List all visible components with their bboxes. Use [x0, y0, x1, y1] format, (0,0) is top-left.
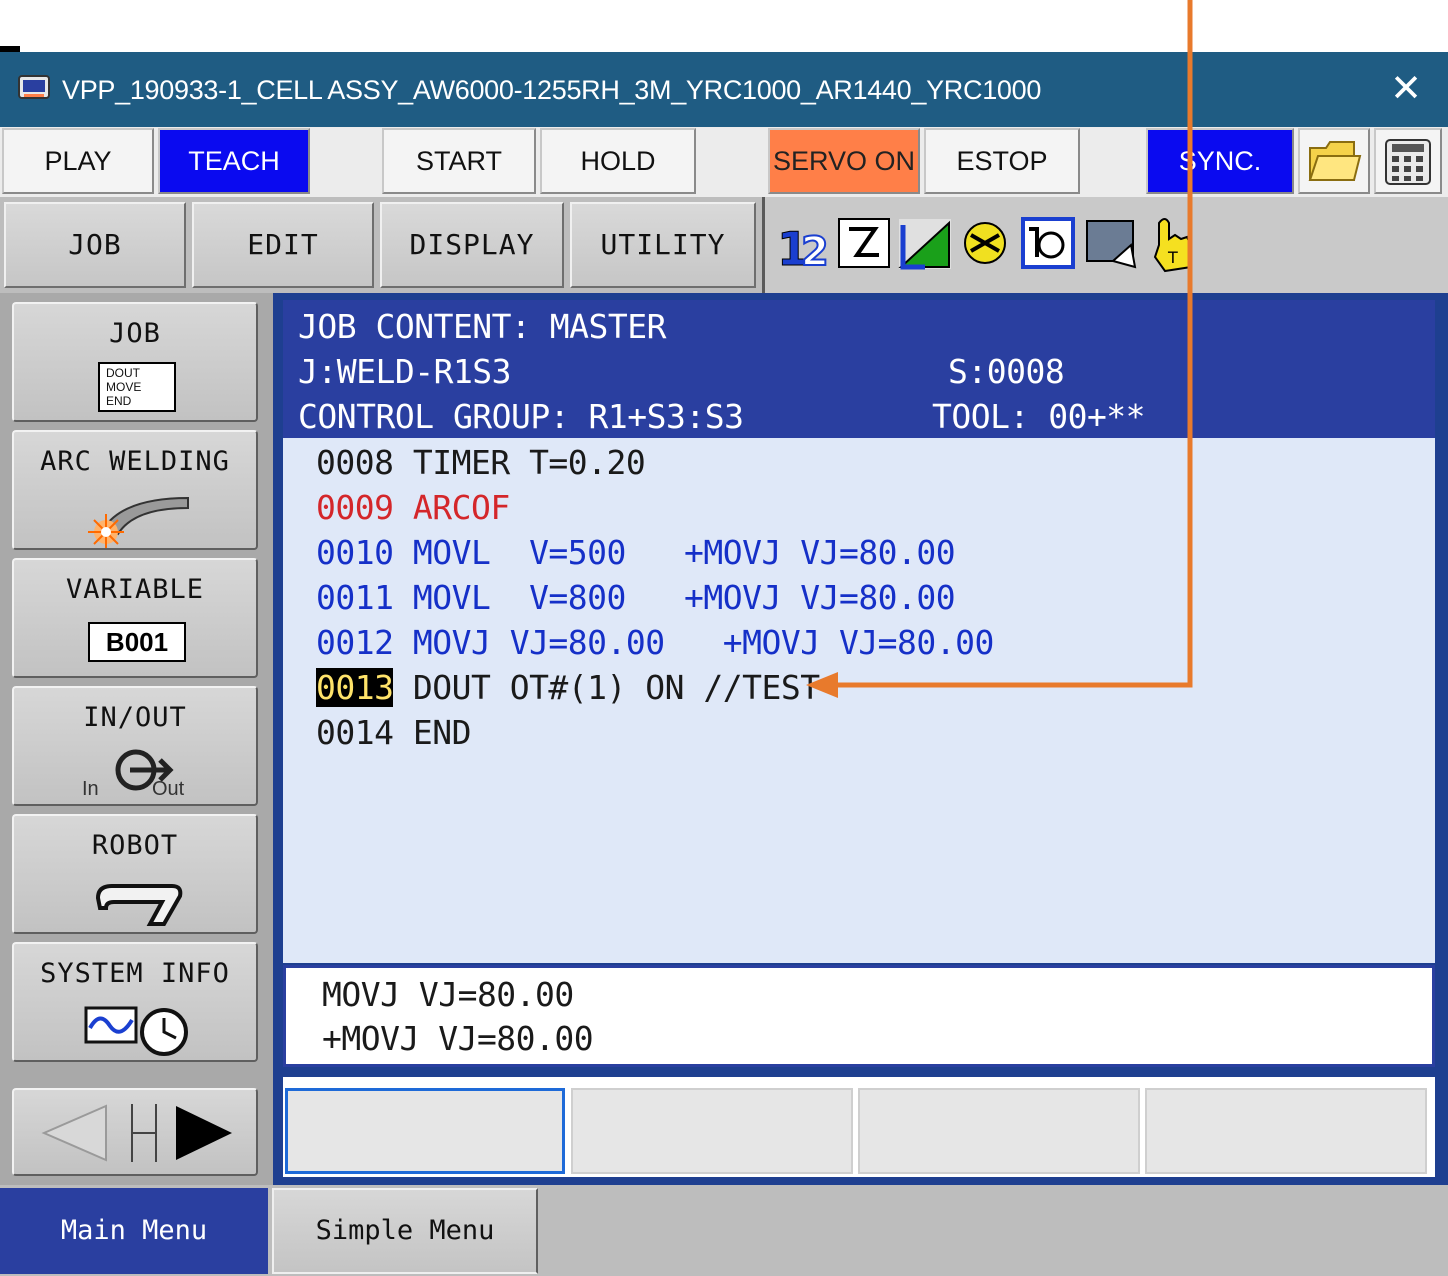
left-menu-robot-label: ROBOT	[91, 830, 179, 861]
function-key-3[interactable]	[858, 1088, 1140, 1174]
estop-button[interactable]: ESTOP	[924, 128, 1080, 194]
job-name: J:WELD-R1S3	[298, 352, 512, 391]
left-menu-variable-label: VARIABLE	[65, 574, 205, 605]
left-menu-job-label: JOB	[109, 318, 161, 349]
coordinate-icon	[964, 222, 1006, 264]
play-button[interactable]: PLAY	[2, 128, 154, 194]
left-menu-in-out[interactable]: IN/OUT In Out	[12, 686, 258, 806]
menu-job[interactable]: JOB	[4, 202, 186, 288]
line-instruction: ARCOF	[412, 488, 510, 527]
hold-button[interactable]: HOLD	[540, 128, 696, 194]
welding-torch-icon	[88, 496, 189, 548]
line-number: 0009	[316, 488, 394, 527]
line-number: 0014	[316, 713, 394, 752]
job-icon-line-3: END	[106, 394, 132, 408]
menu-utility[interactable]: UTILITY	[570, 202, 756, 288]
line-instruction: DOUT OT#(1) ON //TEST	[412, 668, 820, 707]
close-icon[interactable]: ✕	[1386, 66, 1426, 110]
tool-number: TOOL: 00+**	[932, 397, 1146, 436]
job-content-title: JOB CONTENT: MASTER	[298, 307, 667, 346]
left-menu-robot[interactable]: ROBOT	[12, 814, 258, 934]
teach-button[interactable]: TEACH	[158, 128, 310, 194]
pendant-icon	[18, 74, 50, 102]
line-instruction: MOVL V=500 +MOVJ VJ=80.00	[412, 533, 956, 572]
keypad-icon[interactable]	[1374, 128, 1442, 194]
left-menu-job[interactable]: JOB DOUT MOVE END	[12, 302, 258, 422]
menu-display[interactable]: DISPLAY	[380, 202, 564, 288]
svg-text:2: 2	[801, 229, 829, 275]
job-icon-line-2: MOVE	[106, 380, 142, 394]
job-line[interactable]: 0010 MOVL V=500 +MOVJ VJ=80.00	[316, 530, 956, 575]
tool-icon	[1021, 217, 1075, 269]
speed-icon	[898, 219, 951, 270]
job-icon: DOUT MOVE END	[98, 362, 176, 412]
left-menu-in-out-label: IN/OUT	[83, 702, 187, 733]
control-group: CONTROL GROUP: R1+S3:S3	[298, 397, 744, 436]
left-menu-system-info[interactable]: SYSTEM INFO	[12, 942, 258, 1062]
robot-arm-icon	[95, 884, 183, 926]
window-title: VPP_190933-1_CELL ASSY_AW6000-1255RH_3M_…	[62, 75, 1042, 105]
status-icon-bar: 12 T	[762, 197, 1448, 293]
left-menu-pager	[12, 1088, 258, 1176]
line-number-cursor: 0013	[316, 668, 394, 707]
job-line[interactable]: 0009 ARCOF	[316, 485, 510, 530]
step-number: S:0008	[948, 352, 1065, 391]
line-number: 0011	[316, 578, 394, 617]
tab-simple-menu[interactable]: Simple Menu	[272, 1188, 538, 1274]
page-right-icon	[176, 1106, 232, 1160]
edit-mode-icon	[838, 218, 890, 268]
servo-on-button[interactable]: SERVO ON	[768, 128, 920, 194]
left-menu-arc-welding-label: ARC WELDING	[40, 446, 230, 477]
line-number: 0010	[316, 533, 394, 572]
job-line[interactable]: 0008 TIMER T=0.20	[316, 440, 646, 485]
left-menu-variable[interactable]: VARIABLE B001	[12, 558, 258, 678]
line-instruction: MOVL V=800 +MOVJ VJ=80.00	[412, 578, 956, 617]
screen-icon	[1086, 220, 1137, 269]
sync-button[interactable]: SYNC.	[1146, 128, 1294, 194]
left-menu-system-info-label: SYSTEM INFO	[40, 958, 230, 989]
line-instruction: MOVJ VJ=80.00 +MOVJ VJ=80.00	[412, 623, 995, 662]
line-instruction: TIMER T=0.20	[412, 443, 646, 482]
function-key-2[interactable]	[571, 1088, 853, 1174]
job-line[interactable]: 0011 MOVL V=800 +MOVJ VJ=80.00	[316, 575, 956, 620]
hand-icon: T	[1153, 218, 1192, 273]
function-key-4[interactable]	[1145, 1088, 1427, 1174]
start-button[interactable]: START	[382, 128, 536, 194]
job-line-selected[interactable]: 0013 DOUT OT#(1) ON //TEST	[316, 665, 820, 710]
page-divider-icon	[131, 1104, 157, 1162]
in-label: In	[82, 778, 99, 800]
job-icon-line-1: DOUT	[106, 366, 140, 380]
axis-icon: 12	[777, 222, 830, 277]
svg-text:T: T	[1167, 248, 1178, 267]
system-info-icon	[84, 1006, 188, 1056]
left-menu-arc-welding[interactable]: ARC WELDING	[12, 430, 258, 550]
input-buffer-line-1: MOVJ VJ=80.00	[322, 975, 574, 1014]
function-key-1[interactable]	[285, 1088, 565, 1174]
folder-icon[interactable]	[1298, 128, 1370, 194]
line-instruction: END	[412, 713, 472, 752]
tab-main-menu[interactable]: Main Menu	[0, 1188, 268, 1274]
line-number: 0008	[316, 443, 394, 482]
job-line[interactable]: 0012 MOVJ VJ=80.00 +MOVJ VJ=80.00	[316, 620, 994, 665]
out-label: Out	[152, 778, 185, 800]
job-line[interactable]: 0014 END	[316, 710, 471, 755]
menu-edit[interactable]: EDIT	[192, 202, 374, 288]
variable-value-box: B001	[88, 622, 186, 662]
page-left-icon	[41, 1104, 107, 1162]
line-number: 0012	[316, 623, 394, 662]
input-buffer-line-2: +MOVJ VJ=80.00	[322, 1019, 594, 1058]
